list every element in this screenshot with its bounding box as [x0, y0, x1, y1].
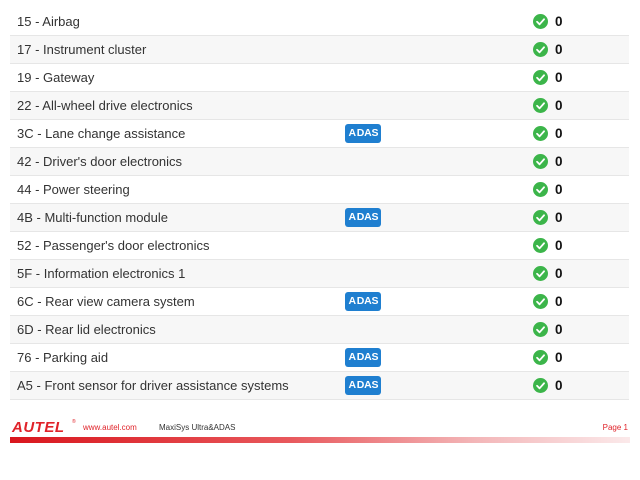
check-circle-icon — [533, 210, 548, 225]
fault-count: 0 — [555, 378, 563, 393]
page-number: Page 1 — [602, 423, 628, 432]
adas-badge-prefix: A — [348, 351, 357, 363]
check-circle-icon — [533, 238, 548, 253]
fault-count: 0 — [555, 294, 563, 309]
module-name: A5 - Front sensor for driver assistance … — [17, 378, 289, 393]
adas-badge-prefix: A — [348, 379, 357, 391]
module-row[interactable]: 42 - Driver's door electronics 0 — [10, 148, 629, 176]
module-name: 3C - Lane change assistance — [17, 126, 186, 141]
check-circle-icon — [533, 182, 548, 197]
module-row[interactable]: 6D - Rear lid electronics 0 — [10, 316, 629, 344]
check-circle-icon — [533, 14, 548, 29]
product-name: MaxiSys Ultra&ADAS — [159, 423, 236, 432]
adas-badge-suffix: DAS — [356, 127, 379, 139]
module-row[interactable]: 17 - Instrument cluster 0 — [10, 36, 629, 64]
module-name: 4B - Multi-function module — [17, 210, 169, 225]
adas-badge: ADAS — [345, 348, 381, 367]
check-circle-icon — [533, 154, 548, 169]
adas-badge-prefix: A — [348, 211, 357, 223]
fault-count: 0 — [555, 98, 563, 113]
module-name: 6D - Rear lid electronics — [17, 322, 156, 337]
module-name: 42 - Driver's door electronics — [17, 154, 183, 169]
check-circle-icon — [533, 42, 548, 57]
autel-logo: AUTEL — [12, 419, 65, 436]
check-circle-icon — [533, 266, 548, 281]
module-name: 5F - Information electronics 1 — [17, 266, 186, 281]
module-row[interactable]: 5F - Information electronics 1 0 — [10, 260, 629, 288]
adas-badge: ADAS — [345, 292, 381, 311]
module-row[interactable]: 22 - All-wheel drive electronics 0 — [10, 92, 629, 120]
fault-count: 0 — [555, 70, 563, 85]
module-row[interactable]: 4B - Multi-function module ADAS 0 — [10, 204, 629, 232]
module-row[interactable]: 3C - Lane change assistance ADAS 0 — [10, 120, 629, 148]
fault-count: 0 — [555, 154, 563, 169]
fault-count: 0 — [555, 322, 563, 337]
fault-count: 0 — [555, 14, 563, 29]
module-name: 19 - Gateway — [17, 70, 95, 85]
check-circle-icon — [533, 98, 548, 113]
check-circle-icon — [533, 322, 548, 337]
module-name: 17 - Instrument cluster — [17, 42, 147, 57]
adas-badge-prefix: A — [348, 127, 357, 139]
registered-mark: ® — [72, 419, 76, 425]
page-footer: AUTEL ® www.autel.com MaxiSys Ultra&ADAS… — [0, 418, 640, 448]
fault-count: 0 — [555, 182, 563, 197]
check-circle-icon — [533, 294, 548, 309]
module-row[interactable]: 15 - Airbag 0 — [10, 8, 629, 36]
module-name: 15 - Airbag — [17, 14, 80, 29]
fault-count: 0 — [555, 238, 563, 253]
check-circle-icon — [533, 378, 548, 393]
adas-badge-suffix: DAS — [356, 351, 379, 363]
fault-count: 0 — [555, 210, 563, 225]
adas-badge-suffix: DAS — [356, 295, 379, 307]
module-row[interactable]: 52 - Passenger's door electronics 0 — [10, 232, 629, 260]
fault-count: 0 — [555, 266, 563, 281]
module-name: 76 - Parking aid — [17, 350, 109, 365]
fault-count: 0 — [555, 126, 563, 141]
module-row[interactable]: 6C - Rear view camera system ADAS 0 — [10, 288, 629, 316]
module-row[interactable]: 19 - Gateway 0 — [10, 64, 629, 92]
adas-badge-suffix: DAS — [356, 211, 379, 223]
module-table: 15 - Airbag 0 17 - Instrument cluster 0 19 -… — [10, 8, 629, 400]
adas-badge-suffix: DAS — [356, 379, 379, 391]
check-circle-icon — [533, 350, 548, 365]
module-name: 44 - Power steering — [17, 182, 130, 197]
adas-badge: ADAS — [345, 376, 381, 395]
adas-badge: ADAS — [345, 124, 381, 143]
module-row[interactable]: A5 - Front sensor for driver assistance … — [10, 372, 629, 400]
module-name: 52 - Passenger's door electronics — [17, 238, 210, 253]
module-name: 22 - All-wheel drive electronics — [17, 98, 193, 113]
module-name: 6C - Rear view camera system — [17, 294, 195, 309]
footer-accent-bar — [10, 437, 630, 443]
check-circle-icon — [533, 70, 548, 85]
check-circle-icon — [533, 126, 548, 141]
fault-count: 0 — [555, 350, 563, 365]
module-row[interactable]: 76 - Parking aid ADAS 0 — [10, 344, 629, 372]
module-row[interactable]: 44 - Power steering 0 — [10, 176, 629, 204]
website-link[interactable]: www.autel.com — [83, 423, 137, 432]
fault-count: 0 — [555, 42, 563, 57]
adas-badge-prefix: A — [348, 295, 357, 307]
adas-badge: ADAS — [345, 208, 381, 227]
